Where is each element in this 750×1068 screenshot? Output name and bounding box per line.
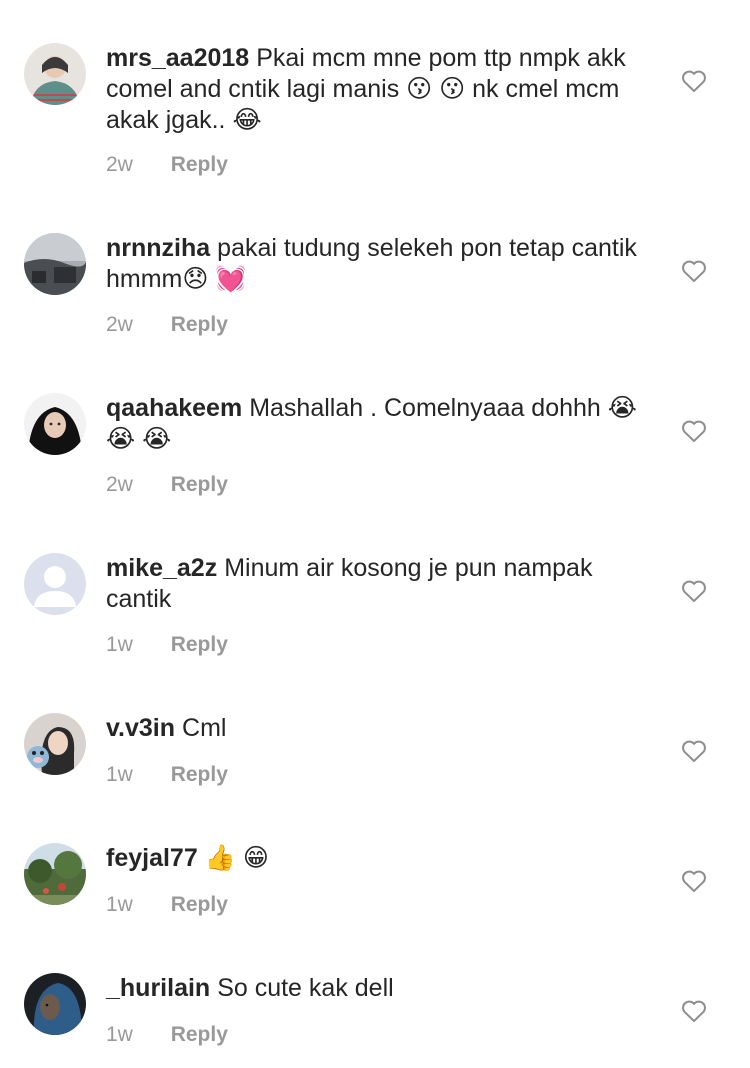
like-heart-icon[interactable] <box>681 739 707 763</box>
comment-timestamp: 1w <box>106 893 133 916</box>
comment-username[interactable]: v.v3in <box>106 714 175 742</box>
comment-timestamp: 1w <box>106 1023 133 1046</box>
user-avatar[interactable] <box>24 843 86 905</box>
comment-username[interactable]: _hurilain <box>106 974 210 1002</box>
comment-timestamp: 2w <box>106 313 133 336</box>
comment-text: So cute kak dell <box>217 974 394 1002</box>
like-heart-icon[interactable] <box>681 999 707 1023</box>
comment-username[interactable]: mrs_aa2018 <box>106 44 249 72</box>
comment-list: mrs_aa2018 Pkai mcm mne pom ttp nmpk akk … <box>0 0 750 1068</box>
reply-button[interactable]: Reply <box>171 893 228 917</box>
user-avatar[interactable] <box>24 973 86 1035</box>
comment-username[interactable]: nrnnziha <box>106 234 210 262</box>
like-heart-icon[interactable] <box>681 419 707 443</box>
reply-button[interactable]: Reply <box>171 153 228 177</box>
like-heart-icon[interactable] <box>681 869 707 893</box>
user-avatar[interactable] <box>24 393 86 455</box>
like-heart-icon[interactable] <box>681 579 707 603</box>
like-heart-icon[interactable] <box>681 259 707 283</box>
user-avatar[interactable] <box>24 553 86 615</box>
comment-text: 👍 😁 <box>204 844 269 872</box>
user-avatar[interactable] <box>24 713 86 775</box>
reply-button[interactable]: Reply <box>171 313 228 337</box>
like-heart-icon[interactable] <box>681 69 707 93</box>
comment-timestamp: 1w <box>106 763 133 786</box>
comment-timestamp: 2w <box>106 473 133 496</box>
comment-timestamp: 1w <box>106 633 133 656</box>
reply-button[interactable]: Reply <box>171 473 228 497</box>
reply-button[interactable]: Reply <box>171 633 228 657</box>
user-avatar[interactable] <box>24 233 86 295</box>
reply-button[interactable]: Reply <box>171 1023 228 1047</box>
comment-text: Cml <box>182 714 227 742</box>
comment-username[interactable]: mike_a2z <box>106 554 217 582</box>
comment-username[interactable]: feyjal77 <box>106 844 198 872</box>
comment-timestamp: 2w <box>106 153 133 176</box>
user-avatar[interactable] <box>24 43 86 105</box>
comment-username[interactable]: qaahakeem <box>106 394 242 422</box>
reply-button[interactable]: Reply <box>171 763 228 787</box>
